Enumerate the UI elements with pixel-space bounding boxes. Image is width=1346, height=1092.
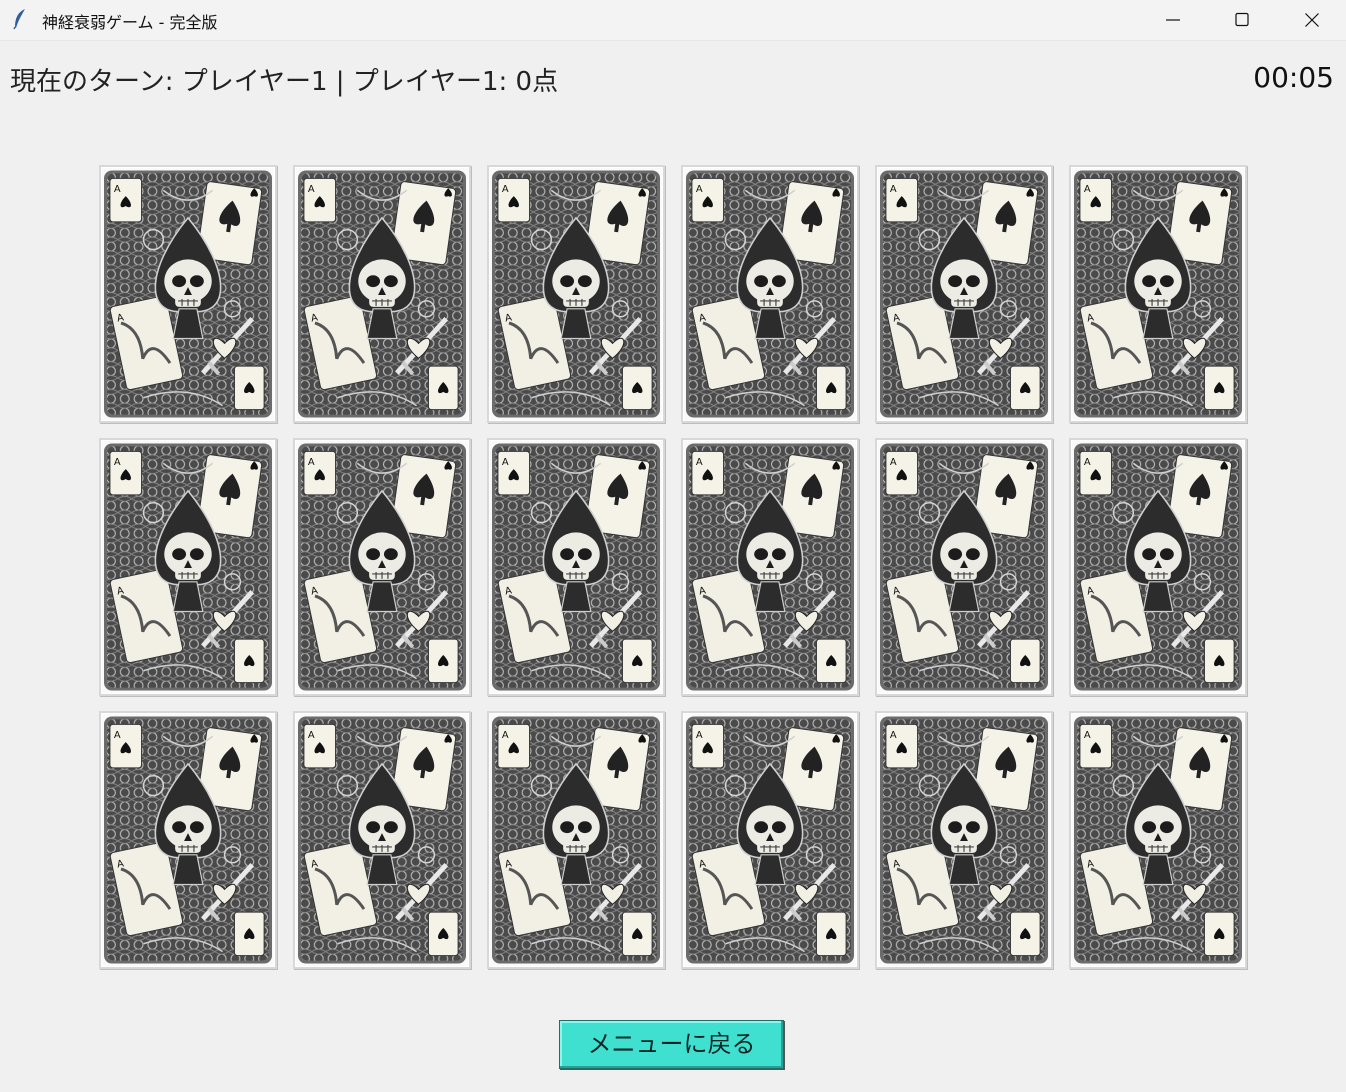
feather-icon [13,9,25,30]
skull-spade-card-back-image: A A [686,443,854,691]
svg-text:A: A [502,730,509,741]
card-back[interactable]: A A [99,438,277,696]
skull-spade-card-back-image: A A [686,170,854,418]
skull-spade-card-back-image: A A [880,443,1048,691]
timer: 00:05 [1253,61,1334,94]
skull-spade-card-back-image: A A [1074,716,1242,964]
card-back[interactable]: A A [681,438,859,696]
maximize-icon [1235,12,1249,27]
card-back[interactable]: A A [875,438,1053,696]
svg-text:A: A [1084,457,1091,468]
skull-spade-card-back-image: A A [880,170,1048,418]
card-grid: A A A A A A A A A A A A A A A A A A A A … [99,165,1247,969]
skull-spade-card-back-image: A A [492,170,660,418]
svg-text:A: A [114,457,121,468]
card-back[interactable]: A A [293,438,471,696]
card-back[interactable]: A A [681,165,859,423]
svg-text:A: A [1084,184,1091,195]
skull-spade-card-back-image: A A [1074,443,1242,691]
back-to-menu-button[interactable]: メニューに戻る [559,1020,784,1069]
minimize-button[interactable] [1138,0,1208,40]
card-back[interactable]: A A [487,711,665,969]
svg-text:A: A [308,730,315,741]
close-button[interactable] [1277,0,1346,40]
card-back[interactable]: A A [875,165,1053,423]
svg-text:A: A [502,457,509,468]
svg-text:A: A [114,730,121,741]
card-back[interactable]: A A [1069,438,1247,696]
card-back[interactable]: A A [99,711,277,969]
svg-text:A: A [308,184,315,195]
card-back[interactable]: A A [99,165,277,423]
turn-status: 現在のターン: プレイヤー1 | プレイヤー1: 0点 [10,67,559,97]
window-title: 神経衰弱ゲーム - 完全版 [42,13,218,32]
svg-text:A: A [308,457,315,468]
svg-text:A: A [502,184,509,195]
svg-text:A: A [890,457,897,468]
skull-spade-card-back-image: A A [492,443,660,691]
card-back[interactable]: A A [293,711,471,969]
skull-spade-card-back-image: A A [686,716,854,964]
skull-spade-card-back-image: A A [298,716,466,964]
skull-spade-card-back-image: A A [104,170,272,418]
skull-spade-card-back-image: A A [104,716,272,964]
skull-spade-card-back-image: A A [298,443,466,691]
skull-spade-card-back-image: A A [298,170,466,418]
card-back[interactable]: A A [487,165,665,423]
card-back[interactable]: A A [487,438,665,696]
card-back[interactable]: A A [293,165,471,423]
card-back[interactable]: A A [1069,711,1247,969]
skull-spade-card-back-image: A A [880,716,1048,964]
svg-text:A: A [890,730,897,741]
close-icon [1305,13,1319,27]
svg-text:A: A [890,184,897,195]
skull-spade-card-back-image: A A [1074,170,1242,418]
title-bar: 神経衰弱ゲーム - 完全版 [0,0,1346,41]
svg-text:A: A [114,184,121,195]
svg-text:A: A [696,730,703,741]
svg-text:A: A [696,184,703,195]
minimize-icon [1166,19,1180,21]
svg-text:A: A [696,457,703,468]
card-back[interactable]: A A [1069,165,1247,423]
maximize-button[interactable] [1207,0,1277,40]
skull-spade-card-back-image: A A [492,716,660,964]
svg-text:A: A [1084,730,1091,741]
card-back[interactable]: A A [681,711,859,969]
card-back[interactable]: A A [875,711,1053,969]
skull-spade-card-back-image: A A [104,443,272,691]
